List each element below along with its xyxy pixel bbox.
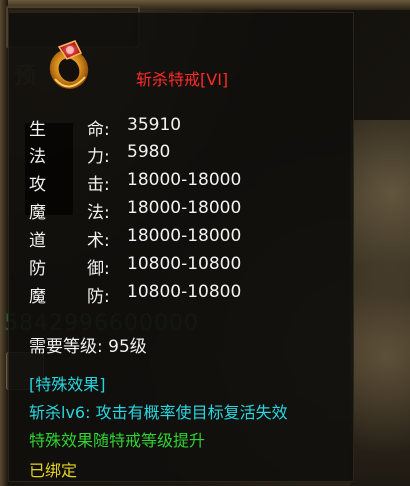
- stat-label-char1: 防: [29, 259, 46, 279]
- item-tooltip: 斩杀特戒[VI] 生 命: 35910 法 力: 5980 攻 击: 18000…: [8, 12, 354, 482]
- special-effect-title: [特殊效果]: [29, 375, 106, 394]
- stat-value: 10800-10800: [127, 254, 242, 274]
- stat-value: 35910: [127, 115, 182, 135]
- level-requirement: 需要等级: 95级: [29, 337, 147, 357]
- stat-value: 18000-18000: [127, 170, 242, 190]
- item-name: 斩杀特戒[VI]: [136, 70, 229, 89]
- special-effect-note: 特殊效果随特戒等级提升: [29, 431, 206, 450]
- frame-border-left: [0, 0, 8, 486]
- stat-label-char2: 击:: [87, 175, 110, 195]
- stat-value: 10800-10800: [127, 282, 242, 302]
- ring-icon: [45, 39, 93, 93]
- stat-value: 18000-18000: [127, 198, 242, 218]
- stat-value: 5980: [127, 142, 171, 162]
- stat-label-char1: 魔: [29, 287, 46, 307]
- stat-label-char1: 生: [29, 120, 46, 140]
- stat-label-char2: 力:: [87, 147, 110, 167]
- special-effect-desc: 斩杀lv6: 攻击有概率使目标复活失效: [29, 403, 288, 422]
- dragon-ornament: [350, 120, 410, 486]
- stat-label-char1: 攻: [29, 175, 46, 195]
- stat-label-char2: 法:: [87, 203, 110, 223]
- stat-label-char1: 法: [29, 147, 46, 167]
- stat-value: 18000-18000: [127, 226, 242, 246]
- stat-label-char2: 防:: [87, 287, 110, 307]
- stat-label-char1: 魔: [29, 203, 46, 223]
- bound-status: 已绑定: [29, 461, 78, 480]
- stat-label-char2: 术:: [87, 231, 110, 251]
- stat-label-char1: 道: [29, 231, 46, 251]
- stat-label-char2: 御:: [87, 259, 110, 279]
- stat-label-char2: 命:: [87, 120, 110, 140]
